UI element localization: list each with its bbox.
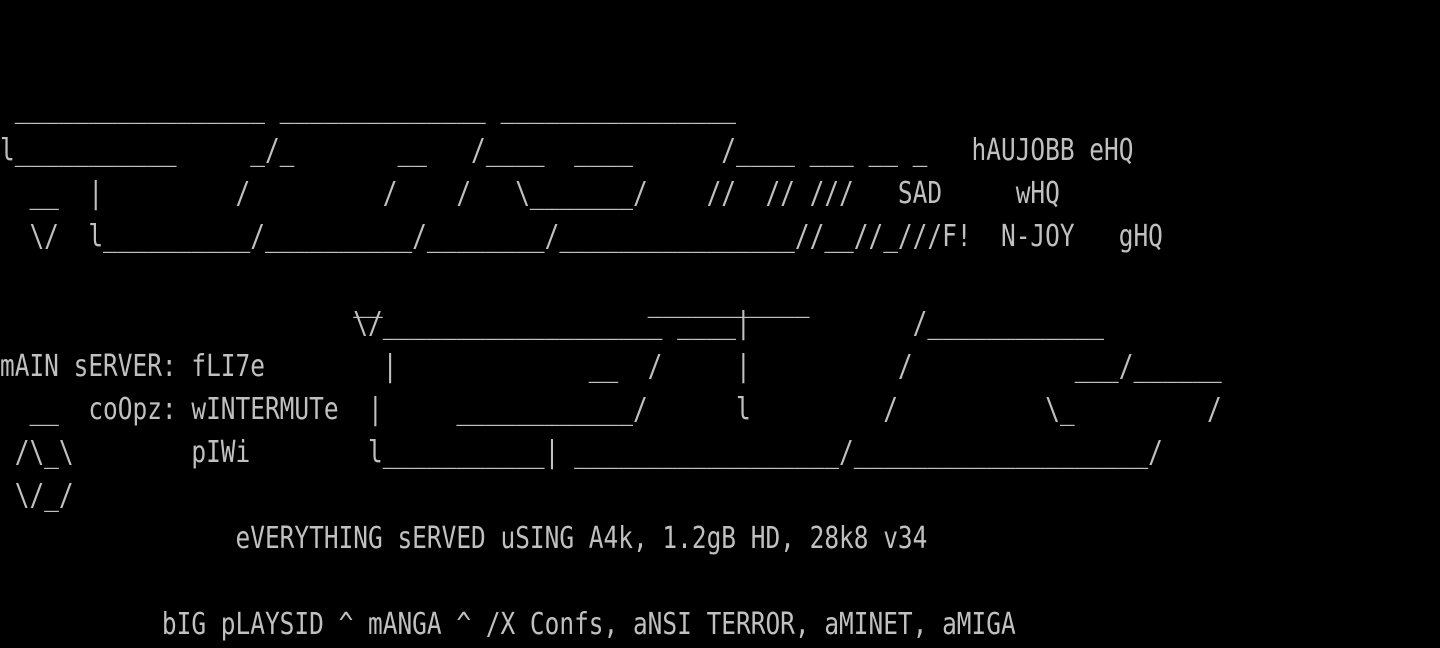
- screen-line-3: _________________ ______________ _______…: [0, 90, 737, 125]
- screen-line-9: \/___________________ ____| /___________…: [0, 306, 1105, 341]
- terminal-screen: _________________ ______________ _______…: [0, 0, 1440, 648]
- screen-line-16: bIG pLAYSID ^ mANGA ^ /X Confs, aNSI TER…: [0, 607, 1016, 642]
- screen-line-14: eVERYTHING sERVED uSING A4k, 1.2gB HD, 2…: [0, 521, 928, 556]
- screen-line-12: /\_\ pIWi l___________| ________________…: [0, 435, 1163, 470]
- screen-line-11: __ coOpz: wINTERMUTe | ____________/ l /…: [0, 392, 1222, 427]
- screen-line-5: __ | / / / \_______/ // // /// SAD wHQ: [0, 176, 1060, 211]
- screen-line-13: \/_/: [0, 478, 74, 513]
- screen-line-6: \/ l__________/__________/________/_____…: [0, 219, 1163, 254]
- screen-line-4: l___________ _/_ __ /____ ____ /____ ___…: [0, 133, 1134, 168]
- screen-line-10: mAIN sERVER: fLI7e | __ / | / ___/______: [0, 349, 1222, 384]
